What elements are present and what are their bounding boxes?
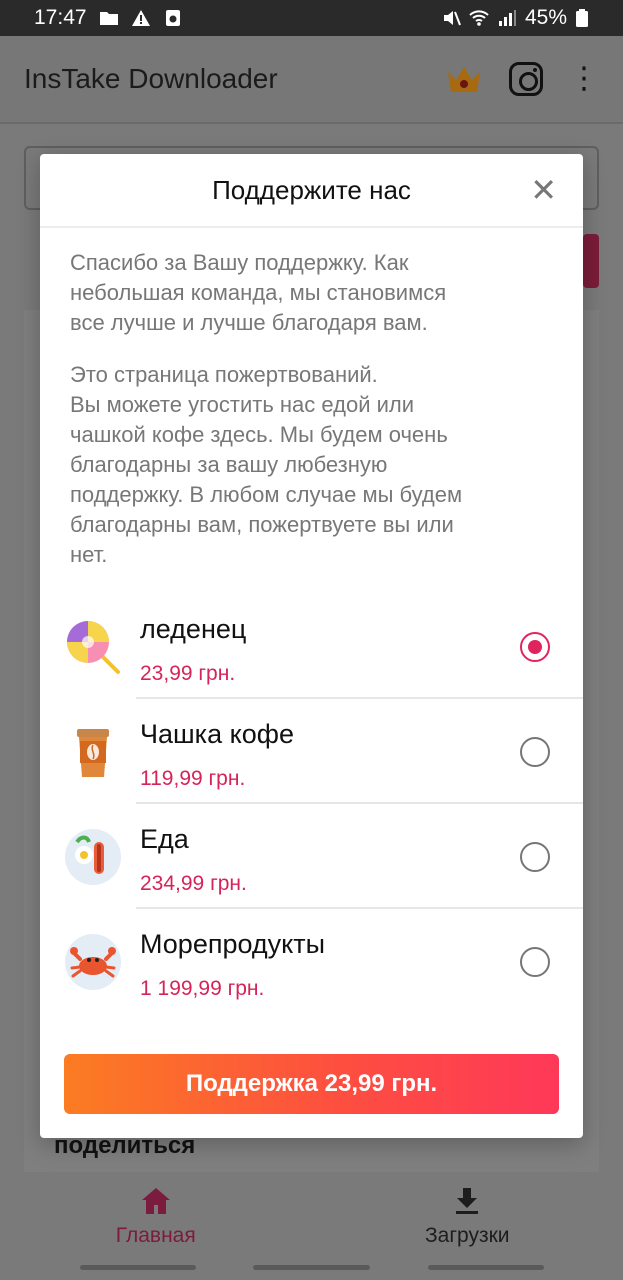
signal-icon [498,10,516,26]
radio-food[interactable] [520,842,550,872]
dialog-body: Спасибо за Вашу поддержку. Как небольшая… [40,228,583,570]
option-name: Чашка кофе [140,719,294,749]
support-dialog: Поддержите нас ✕ Спасибо за Вашу поддерж… [40,154,583,1138]
battery-percent: 45% [524,6,567,29]
media-icon [165,10,180,26]
food-icon [65,829,121,885]
gesture-bar-right [428,1265,544,1270]
dialog-paragraph-donation: Это страница пожертвований. Вы можете уг… [70,362,463,567]
option-lollipop[interactable]: леденец 23,99 грн. [40,594,583,699]
option-coffee[interactable]: Чашка кофе 119,99 грн. [40,699,583,804]
status-bar: 17:47 45% [0,0,623,36]
wifi-icon [469,10,489,26]
mute-icon [443,11,461,26]
bottom-nav: Главная Загрузки [0,1172,623,1280]
gesture-bar-left [80,1265,196,1270]
home-icon [141,1188,170,1214]
option-price: 234,99 грн. [140,872,247,895]
battery-icon [576,9,588,27]
dialog-title: Поддержите нас [212,174,411,205]
donation-options: леденец 23,99 грн. Чашка кофе 119,99 грн… [40,594,583,1014]
app-bar: InsTake Downloader ⋮ [0,36,623,124]
dialog-paragraph-thanks: Спасибо за Вашу поддержку. Как небольшая… [70,250,447,335]
close-icon[interactable]: ✕ [530,174,557,206]
warning-icon [131,10,150,26]
option-price: 23,99 грн. [140,662,236,685]
dialog-header: Поддержите нас ✕ [40,154,583,228]
option-name: Морепродукты [140,929,326,959]
crown-icon[interactable] [445,62,483,96]
radio-seafood[interactable] [520,947,550,977]
radio-lollipop[interactable] [520,632,550,662]
option-price: 119,99 грн. [140,767,246,790]
more-vert-icon[interactable]: ⋮ [569,64,599,94]
option-name: Еда [140,824,189,854]
paste-button[interactable] [583,234,599,288]
support-button[interactable]: Поддержка 23,99 грн. [64,1054,559,1114]
lollipop-icon [67,621,120,674]
download-icon [456,1188,479,1214]
nav-item-downloads[interactable]: Загрузки [312,1172,623,1280]
status-time: 17:47 [34,6,87,29]
gesture-bar-center [253,1265,370,1270]
option-name: леденец [140,614,247,644]
nav-label-downloads: Загрузки [424,1224,510,1247]
radio-coffee[interactable] [520,737,550,767]
coffee-cup-icon [77,729,109,777]
option-price: 1 199,99 грн. [140,977,265,1000]
folder-icon [99,12,118,25]
app-title: InsTake Downloader [24,63,278,94]
nav-item-home[interactable]: Главная [0,1172,312,1280]
nav-label-home: Главная [115,1224,196,1247]
option-seafood[interactable]: Морепродукты 1 199,99 грн. [40,909,583,1014]
instagram-icon[interactable] [509,62,543,96]
crab-icon [65,934,121,990]
option-food[interactable]: Еда 234,99 грн. [40,804,583,909]
